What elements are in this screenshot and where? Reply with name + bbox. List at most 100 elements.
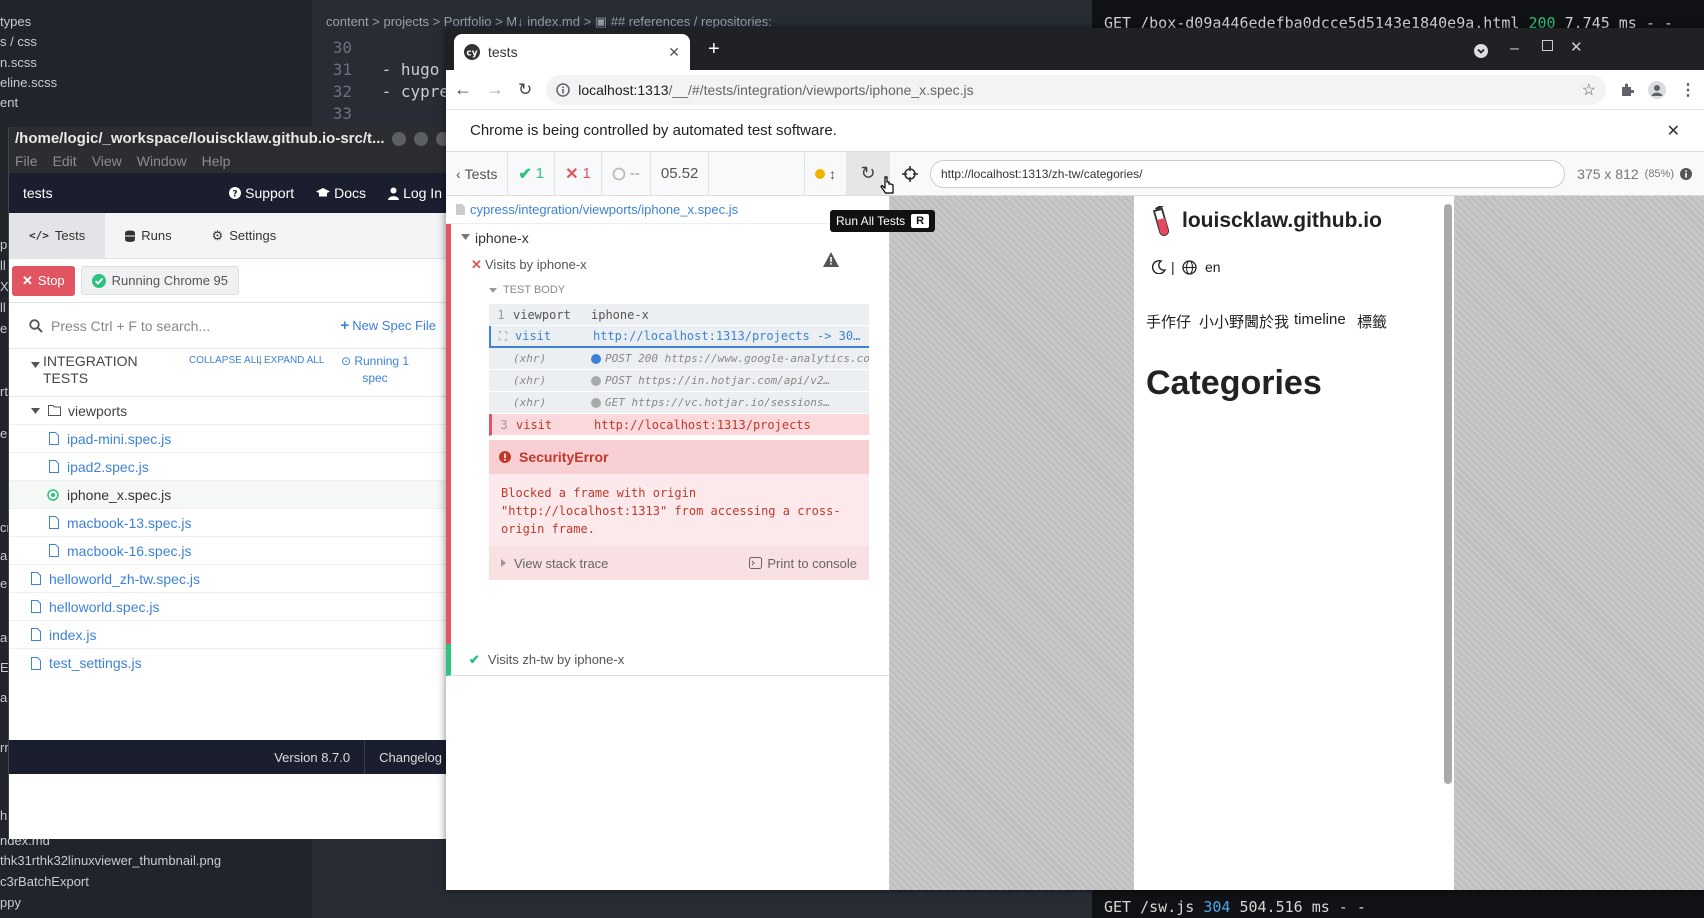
- spec-file-row[interactable]: index.js: [9, 621, 455, 649]
- search-input[interactable]: Press Ctrl + F to search...: [51, 318, 340, 334]
- nav-link[interactable]: timeline: [1294, 311, 1346, 328]
- nav-link[interactable]: 標籤: [1357, 311, 1387, 332]
- back-to-tests-button[interactable]: ‹ Tests: [446, 152, 509, 195]
- spec-file-row[interactable]: ipad2.spec.js: [9, 453, 455, 481]
- reload-icon[interactable]: ↻: [518, 80, 532, 100]
- changelog-link[interactable]: Changelog: [365, 750, 455, 765]
- command-row[interactable]: 1 viewport iphone-x: [489, 304, 869, 326]
- login-link[interactable]: Log In: [388, 185, 442, 201]
- failed-test-title[interactable]: Visits by iphone-x: [485, 257, 587, 272]
- caret-down-icon[interactable]: [461, 234, 470, 240]
- spec-file-row[interactable]: macbook-13.spec.js: [9, 509, 455, 537]
- bookmark-star-icon[interactable]: ☆: [1582, 80, 1596, 100]
- command-row-xhr[interactable]: (xhr) POST 200 https://www.google-analyt…: [489, 348, 869, 370]
- cypress-runner-window: /home/logic/_workspace/louiscklaw.github…: [8, 127, 455, 839]
- info-icon[interactable]: [556, 82, 570, 97]
- passed-test[interactable]: ✔ Visits zh-tw by iphone-x: [446, 644, 890, 676]
- address-bar[interactable]: localhost:1313/__/#/tests/integration/vi…: [546, 74, 1606, 105]
- test-tube-logo-icon: [1146, 206, 1172, 236]
- spec-file-row[interactable]: helloworld_zh-tw.spec.js: [9, 565, 455, 593]
- maximize-button[interactable]: [414, 132, 428, 146]
- version-label[interactable]: Version 8.7.0: [260, 750, 364, 765]
- tab-settings[interactable]: ⚙ Settings: [192, 213, 297, 258]
- spec-file-row[interactable]: ipad-mini.spec.js: [9, 425, 455, 453]
- support-link[interactable]: ? Support: [229, 185, 294, 201]
- stop-button[interactable]: ✕ Stop: [12, 265, 75, 296]
- infobar-close-icon[interactable]: ✕: [1667, 121, 1680, 141]
- tab-tests[interactable]: </> Tests: [9, 213, 106, 258]
- cypress-logo-icon: cy: [464, 44, 480, 60]
- language-switcher[interactable]: en: [1205, 259, 1221, 275]
- spec-path[interactable]: cypress/integration/viewports/iphone_x.s…: [446, 196, 890, 224]
- command-row-xhr[interactable]: (xhr) GET https://vc.hotjar.io/sessions…: [489, 392, 869, 414]
- warning-icon: [823, 252, 839, 267]
- selector-playground-icon[interactable]: [902, 165, 918, 182]
- code-icon: </>: [29, 229, 49, 242]
- terminal-line: GET /sw.js 304 504.516 ms - -: [1104, 898, 1366, 916]
- site-title[interactable]: louiscklaw.github.io: [1182, 209, 1382, 233]
- running-spinner-icon: ⊙: [340, 354, 351, 368]
- suite-title[interactable]: iphone-x: [475, 230, 529, 246]
- database-icon: [125, 230, 136, 242]
- test-body-label: TEST BODY: [503, 284, 566, 296]
- infobar-message: Chrome is being controlled by automated …: [470, 122, 837, 139]
- menu-view[interactable]: View: [92, 153, 122, 171]
- passed-count[interactable]: ✔ 1: [508, 152, 556, 195]
- error-icon: [499, 451, 511, 463]
- nav-link[interactable]: 小小野閪於我: [1199, 311, 1289, 332]
- tab-runs[interactable]: Runs: [105, 213, 191, 258]
- tab-close-icon[interactable]: ✕: [668, 44, 680, 61]
- spec-file-row[interactable]: test_settings.js: [9, 649, 455, 677]
- spec-file-row[interactable]: helloworld.spec.js: [9, 593, 455, 621]
- automation-infobar: Chrome is being controlled by automated …: [446, 110, 1704, 152]
- caret-down-icon[interactable]: [489, 288, 497, 293]
- command-row-xhr[interactable]: (xhr) POST https://in.hotjar.com/api/v2…: [489, 370, 869, 392]
- caret-down-icon[interactable]: [31, 362, 40, 368]
- file-tree-item: ll: [0, 258, 6, 273]
- forward-icon[interactable]: →: [486, 79, 504, 100]
- window-close-icon[interactable]: ✕: [1570, 38, 1583, 56]
- expand-all-link[interactable]: EXPAND ALL: [264, 355, 324, 366]
- window-titlebar[interactable]: /home/logic/_workspace/louiscklaw.github…: [9, 127, 455, 151]
- extensions-icon[interactable]: [1620, 83, 1634, 97]
- status-dot-icon: [591, 397, 601, 408]
- failed-count[interactable]: ✕ 1: [555, 152, 602, 195]
- nav-link[interactable]: 手作仔: [1146, 311, 1191, 332]
- auto-scroll-toggle[interactable]: ↕: [804, 152, 846, 195]
- moon-icon[interactable]: [1152, 260, 1166, 274]
- status-dot-icon: [815, 168, 825, 179]
- command-row-failed[interactable]: 3 visit http://localhost:1313/projects: [489, 414, 869, 436]
- view-stack-trace-toggle[interactable]: View stack trace: [501, 556, 749, 571]
- back-icon[interactable]: ←: [454, 79, 472, 100]
- spec-search[interactable]: Press Ctrl + F to search... + New Spec F…: [9, 303, 455, 349]
- menu-help[interactable]: Help: [202, 153, 231, 171]
- kebab-menu-icon[interactable]: ⋮: [1680, 80, 1696, 100]
- spec-file-row[interactable]: macbook-16.spec.js: [9, 537, 455, 565]
- print-to-console-button[interactable]: Print to console: [749, 556, 857, 571]
- tab-search-icon[interactable]: [1474, 44, 1488, 58]
- command-row-active[interactable]: ⛶ visit http://localhost:1313/projects -…: [489, 326, 869, 348]
- top-nav: tests ? Support Docs Log In: [9, 173, 455, 213]
- menu-window[interactable]: Window: [137, 153, 187, 171]
- new-spec-file-button[interactable]: + New Spec File: [340, 317, 436, 334]
- info-icon[interactable]: [1680, 167, 1692, 180]
- aut-scrollbar[interactable]: [1444, 204, 1452, 784]
- error-message: Blocked a frame with origin "http://loca…: [501, 486, 841, 536]
- minimize-icon[interactable]: –: [1510, 40, 1519, 58]
- globe-icon[interactable]: [1182, 260, 1197, 275]
- menu-file[interactable]: File: [15, 153, 38, 171]
- spec-file-row-active[interactable]: iphone_x.spec.js: [9, 481, 455, 509]
- minimize-button[interactable]: [392, 132, 406, 146]
- run-all-tests-tooltip: Run All Tests R: [830, 210, 936, 232]
- aut-url-field[interactable]: http://localhost:1313/zh-tw/categories/: [930, 159, 1566, 188]
- maximize-icon[interactable]: [1542, 40, 1553, 51]
- new-tab-button[interactable]: +: [708, 38, 720, 61]
- spec-folder-viewports[interactable]: viewports: [9, 397, 455, 425]
- menu-edit[interactable]: Edit: [53, 153, 77, 171]
- viewport-size: 375 x 812 (85%): [1577, 166, 1692, 182]
- collapse-all-link[interactable]: COLLAPSE ALL: [189, 355, 262, 366]
- browser-tab[interactable]: cy tests ✕: [454, 34, 690, 70]
- profile-avatar[interactable]: [1648, 80, 1666, 99]
- pending-count[interactable]: --: [602, 152, 651, 195]
- docs-link[interactable]: Docs: [316, 185, 366, 201]
